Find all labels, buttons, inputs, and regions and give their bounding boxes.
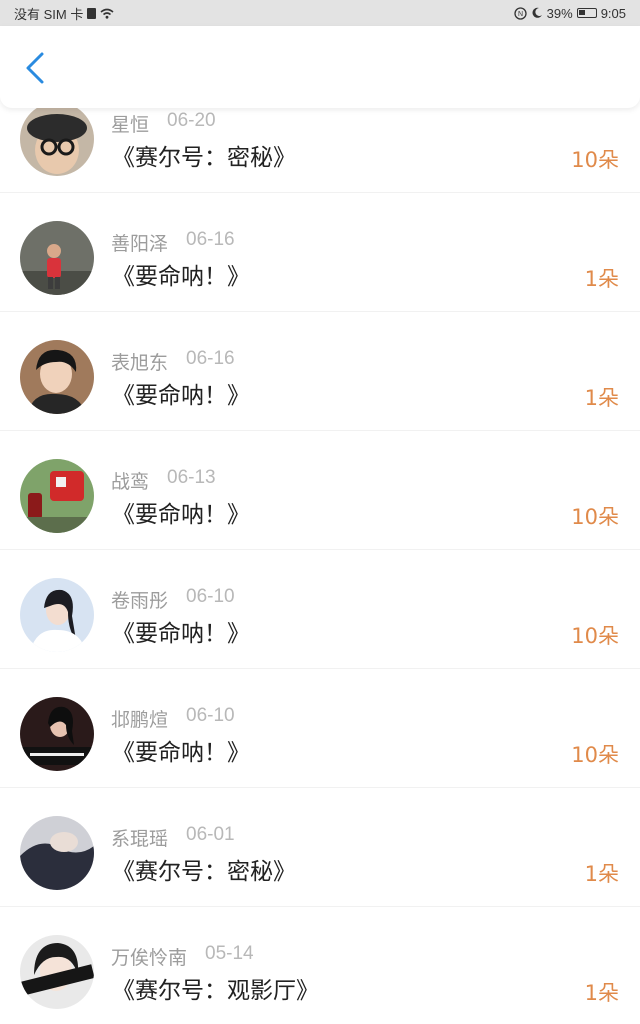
work-title: 《要命呐！》 <box>112 621 250 647</box>
back-button[interactable] <box>18 46 52 90</box>
flower-count: 10朵 <box>571 624 619 648</box>
list-item[interactable]: 邶鹏煊 06-10 《要命呐！》 10朵 <box>0 669 640 788</box>
sender-name: 系琨瑶 <box>111 828 169 850</box>
list-item[interactable]: 战鸾 06-13 《要命呐！》 10朵 <box>0 431 640 550</box>
flower-count: 1朵 <box>584 862 619 886</box>
carrier-text: 没有 SIM 卡 <box>14 6 84 22</box>
avatar <box>20 816 94 890</box>
nfc-icon: N <box>514 6 527 20</box>
work-title: 《要命呐！》 <box>112 264 250 290</box>
flower-count: 1朵 <box>584 267 619 291</box>
gift-record-list[interactable]: 星恒 06-20 《赛尔号：密秘》 10朵 善阳泽 06-16 《要命呐！》 1… <box>0 108 640 1024</box>
chevron-left-icon <box>26 52 44 84</box>
svg-text:N: N <box>518 11 523 18</box>
send-date: 06-10 <box>186 586 235 607</box>
sender-name: 星恒 <box>111 114 150 136</box>
avatar <box>20 221 94 295</box>
sender-name: 表旭东 <box>111 352 169 374</box>
work-title: 《赛尔号：密秘》 <box>112 859 296 885</box>
work-title: 《要命呐！》 <box>112 502 250 528</box>
flower-count: 10朵 <box>571 743 619 767</box>
work-title: 《赛尔号：观影厅》 <box>112 978 319 1004</box>
work-title: 《赛尔号：密秘》 <box>112 145 296 171</box>
sender-name: 邶鹏煊 <box>111 709 169 731</box>
send-date: 05-14 <box>205 943 254 964</box>
list-item[interactable]: 善阳泽 06-16 《要命呐！》 1朵 <box>0 193 640 312</box>
flower-count: 1朵 <box>584 386 619 410</box>
avatar <box>20 935 94 1009</box>
moon-icon <box>532 7 542 18</box>
battery-percent: 39% <box>546 5 573 21</box>
avatar <box>20 578 94 652</box>
flower-count: 10朵 <box>571 505 619 529</box>
send-date: 06-01 <box>186 824 235 845</box>
flower-count: 1朵 <box>584 981 619 1005</box>
status-bar: 没有 SIM 卡 N 39% 9:05 <box>0 0 640 26</box>
list-item[interactable]: 万俟怜南 05-14 《赛尔号：观影厅》 1朵 <box>0 907 640 1024</box>
send-date: 06-13 <box>167 467 216 488</box>
sim-alert-icon <box>87 7 97 19</box>
work-title: 《要命呐！》 <box>112 383 250 409</box>
battery-icon <box>576 8 597 18</box>
send-date: 06-10 <box>186 705 235 726</box>
clock: 9:05 <box>600 5 626 21</box>
avatar <box>20 108 94 176</box>
send-date: 06-16 <box>186 229 235 250</box>
list-item[interactable]: 系琨瑶 06-01 《赛尔号：密秘》 1朵 <box>0 788 640 907</box>
sender-name: 善阳泽 <box>111 233 169 255</box>
sender-name: 卷雨彤 <box>111 590 169 612</box>
list-item[interactable]: 表旭东 06-16 《要命呐！》 1朵 <box>0 312 640 431</box>
sender-name: 战鸾 <box>111 471 150 493</box>
top-nav-bar <box>0 26 640 108</box>
sender-name: 万俟怜南 <box>111 947 188 969</box>
send-date: 06-16 <box>186 348 235 369</box>
list-item[interactable]: 卷雨彤 06-10 《要命呐！》 10朵 <box>0 550 640 669</box>
avatar <box>20 459 94 533</box>
work-title: 《要命呐！》 <box>112 740 250 766</box>
list-item[interactable]: 星恒 06-20 《赛尔号：密秘》 10朵 <box>0 108 640 193</box>
send-date: 06-20 <box>167 110 216 131</box>
flower-count: 10朵 <box>571 148 619 172</box>
avatar <box>20 340 94 414</box>
avatar <box>20 697 94 771</box>
wifi-icon <box>100 8 114 19</box>
